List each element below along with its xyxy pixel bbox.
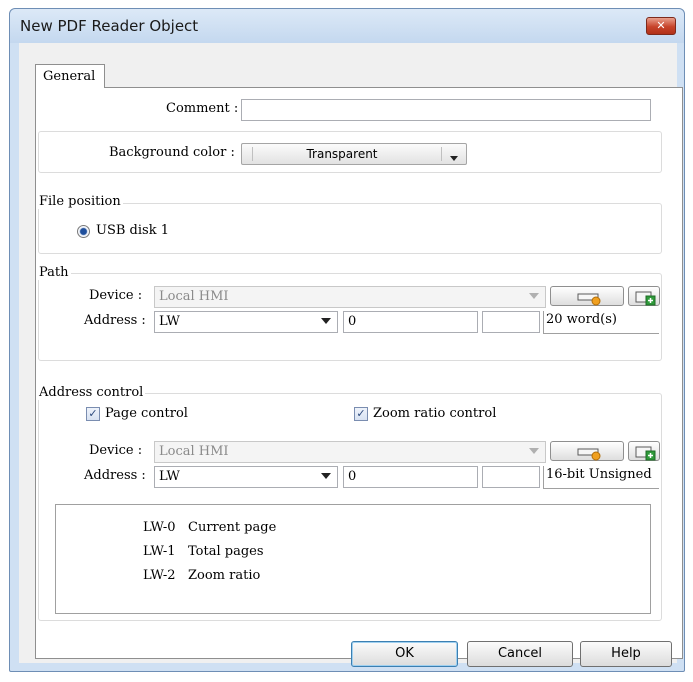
zoom-ratio-control-label: Zoom ratio control (373, 406, 497, 421)
zoom-ratio-control-checkbox[interactable]: ✓ (354, 407, 368, 421)
path-address-type-select[interactable]: LW (154, 311, 338, 333)
path-address-input[interactable]: 0 (343, 311, 478, 333)
info-address-0: LW-0 (143, 520, 176, 535)
help-button[interactable]: Help (580, 641, 672, 667)
path-device-label: Device : (89, 288, 143, 303)
path-legend: Path (37, 265, 71, 280)
control-address-type-select[interactable]: LW (154, 466, 338, 488)
path-device-value: Local HMI (159, 289, 229, 304)
path-address-type-value: LW (159, 314, 180, 329)
dialog-client-area: General Comment : Background color : Tra… (19, 43, 683, 663)
close-icon: ✕ (656, 19, 666, 32)
path-address-settings-button[interactable] (550, 286, 624, 306)
tab-general[interactable]: General (35, 64, 106, 88)
info-desc-0: Current page (188, 520, 277, 535)
path-address-label: Address : (84, 313, 146, 328)
control-address-settings-button[interactable] (550, 441, 624, 461)
control-device-select[interactable]: Local HMI (154, 441, 546, 463)
path-address-extra-input[interactable] (482, 311, 540, 333)
address-info-box: LW-0 Current page LW-1 Total pages LW-2 … (55, 504, 651, 614)
window-title: New PDF Reader Object (20, 17, 199, 35)
add-address-icon (635, 446, 656, 461)
address-settings-icon (577, 448, 601, 461)
control-address-type-value: LW (159, 469, 180, 484)
chevron-down-icon (321, 473, 331, 479)
control-address-label: Address : (84, 468, 146, 483)
control-add-address-button[interactable] (628, 441, 660, 461)
address-settings-icon (577, 293, 601, 306)
path-add-address-button[interactable] (628, 286, 660, 306)
comment-input[interactable] (241, 99, 651, 121)
address-control-legend: Address control (37, 385, 146, 400)
usb-disk-radio[interactable] (77, 225, 90, 238)
chevron-down-icon (321, 318, 331, 324)
info-desc-1: Total pages (188, 544, 264, 559)
title-bar[interactable]: New PDF Reader Object ✕ (10, 9, 684, 43)
path-device-select[interactable]: Local HMI (154, 286, 546, 308)
path-size-text: 20 word(s) (546, 312, 617, 327)
general-tab-panel: Comment : Background color : Transparent… (35, 87, 683, 659)
chevron-down-icon (529, 293, 539, 299)
chevron-down-icon (529, 448, 539, 454)
usb-disk-label: USB disk 1 (96, 223, 169, 238)
control-format-text: 16-bit Unsigned (546, 467, 652, 482)
info-desc-2: Zoom ratio (188, 568, 261, 583)
control-address-input[interactable]: 0 (343, 466, 478, 488)
control-device-value: Local HMI (159, 444, 229, 459)
info-address-1: LW-1 (143, 544, 176, 559)
page-control-label: Page control (105, 406, 188, 421)
background-color-value: Transparent (306, 147, 378, 161)
ok-button[interactable]: OK (351, 641, 458, 667)
close-button[interactable]: ✕ (646, 17, 676, 35)
background-color-picker[interactable]: Transparent (241, 143, 467, 165)
file-position-legend: File position (37, 194, 123, 209)
page-control-checkbox[interactable]: ✓ (86, 407, 100, 421)
add-address-icon (635, 291, 656, 306)
chevron-down-icon (450, 156, 458, 161)
control-device-label: Device : (89, 443, 143, 458)
background-color-label: Background color : (109, 145, 235, 160)
control-address-extra-input[interactable] (482, 466, 540, 488)
cancel-button[interactable]: Cancel (467, 641, 573, 667)
info-address-2: LW-2 (143, 568, 176, 583)
dialog-window: New PDF Reader Object ✕ General Comment … (9, 8, 685, 672)
comment-label: Comment : (166, 101, 239, 116)
